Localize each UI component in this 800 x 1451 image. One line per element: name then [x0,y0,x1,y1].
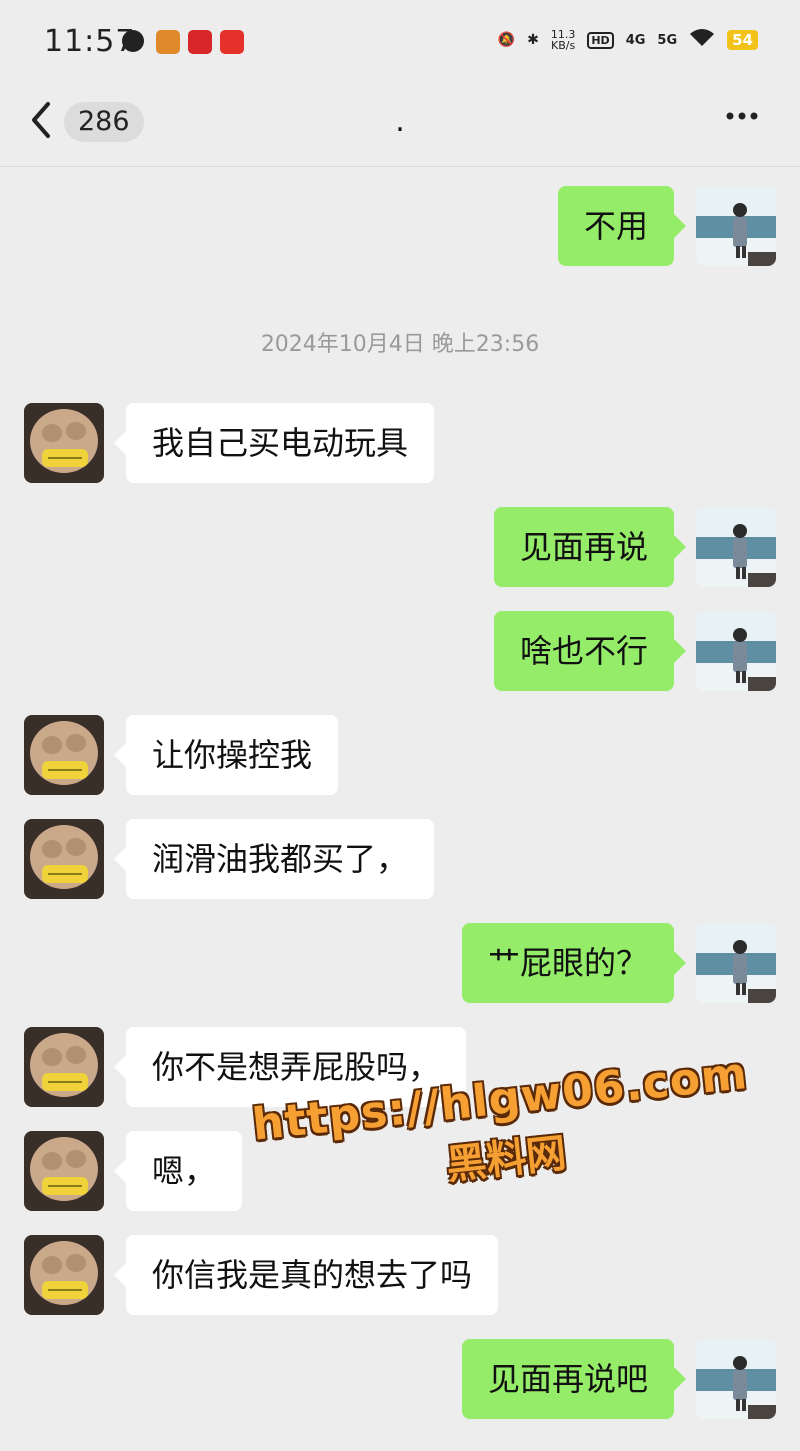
signal-4g-icon: 4G [625,32,646,48]
chat-title: . [395,104,405,139]
message-row: 见面再说吧 [0,1339,800,1419]
contact-avatar[interactable] [24,1027,104,1107]
notification-icons [122,30,244,54]
outgoing-message-bubble[interactable]: 艹屁眼的？ [461,923,687,1003]
wifi-icon [689,28,715,52]
message-row: 你信我是真的想去了吗 [0,1235,800,1315]
message-timestamp: 2024年10月4日 晚上23:56 [260,332,540,357]
more-button[interactable] [722,96,762,145]
message-row: 啥也不行 [0,611,800,691]
bluetooth-icon: ✱ [527,32,539,48]
my-avatar[interactable] [696,923,776,1003]
silent-bell-icon: 🔕 [497,32,516,48]
red-app-icon [188,30,212,54]
my-avatar[interactable] [696,186,776,266]
my-avatar[interactable] [696,611,776,691]
incoming-message-bubble[interactable]: 我自己买电动玩具 [113,403,435,483]
shopping-app-icon [220,30,244,54]
my-avatar[interactable] [696,1339,776,1419]
outgoing-message-bubble[interactable]: 见面再说 [493,507,687,587]
message-row: 我自己买电动玩具 [0,403,800,483]
hd-voice-icon: HD [587,31,614,49]
more-horizontal-icon [726,112,758,120]
incoming-message-bubble[interactable]: 润滑油我都买了， [113,819,435,899]
contact-avatar[interactable] [24,1235,104,1315]
message-row: 艹屁眼的？ [0,923,800,1003]
outgoing-message-bubble[interactable]: 啥也不行 [493,611,687,691]
contact-avatar[interactable] [24,819,104,899]
status-bar: 11:57 🔕 ✱ 11.3 KB/s HD 4G 5G 54 [0,0,800,90]
outgoing-message-bubble[interactable]: 不用 [557,186,687,266]
incoming-message-bubble[interactable]: 你信我是真的想去了吗 [113,1235,499,1315]
chat-notification-icon [122,30,144,52]
message-row: 润滑油我都买了， [0,819,800,899]
contact-avatar[interactable] [24,715,104,795]
outgoing-message-bubble[interactable]: 见面再说吧 [461,1339,687,1419]
message-row: 不用 [0,186,800,266]
my-avatar[interactable] [696,507,776,587]
system-indicators: 🔕 ✱ 11.3 KB/s HD 4G 5G 54 [498,28,758,52]
contact-avatar[interactable] [24,1131,104,1211]
network-speed: 11.3 KB/s [550,28,576,52]
chat-header: 286 . [0,90,800,167]
message-row: 让你操控我 [0,715,800,795]
contact-avatar[interactable] [24,403,104,483]
message-row: 见面再说 [0,507,800,587]
incoming-message-bubble[interactable]: 让你操控我 [113,715,339,795]
incoming-message-bubble[interactable]: 嗯， [113,1131,243,1211]
signal-5g-icon: 5G [657,32,678,48]
battery-level: 54 [727,30,758,50]
game-app-icon [156,30,180,54]
